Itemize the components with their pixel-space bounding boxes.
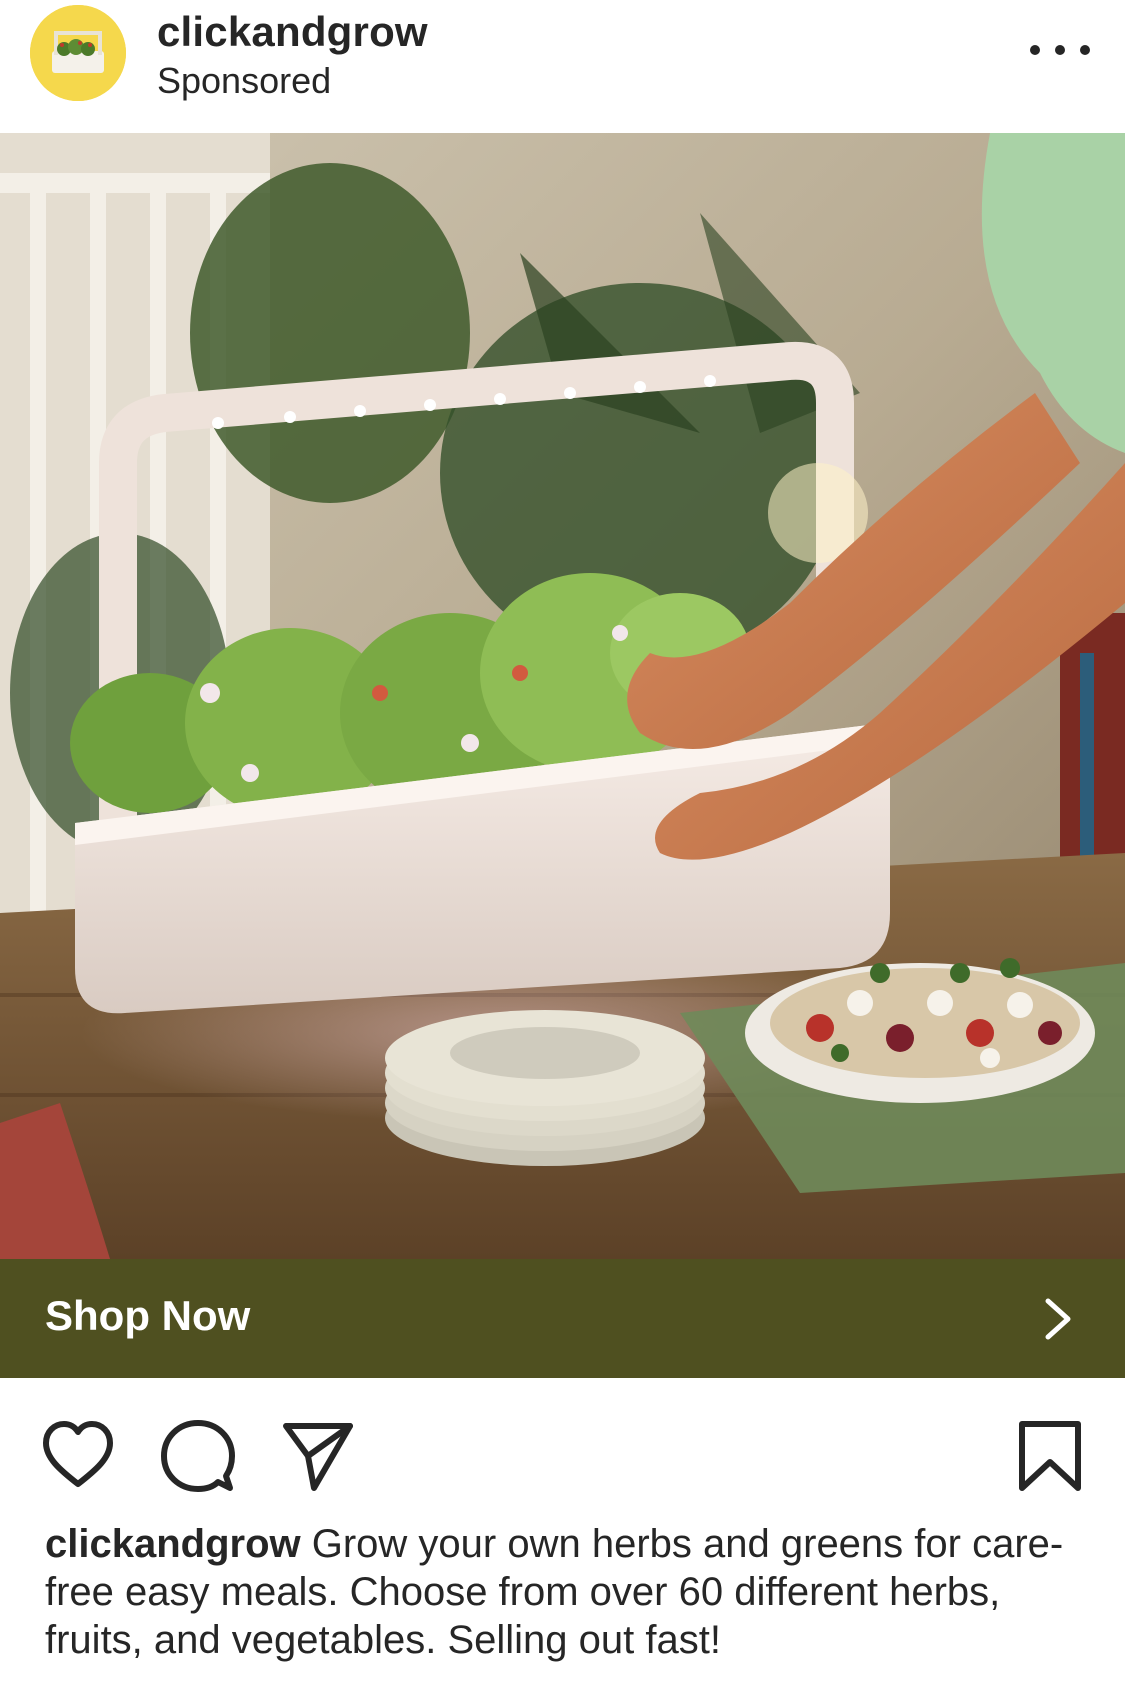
sponsored-label: Sponsored <box>157 60 332 101</box>
post-actions <box>0 1378 1125 1528</box>
shop-now-button[interactable]: Shop Now <box>0 1259 1125 1378</box>
post-image[interactable] <box>0 133 1125 1259</box>
bookmark-icon[interactable] <box>1012 1418 1088 1494</box>
heart-icon[interactable] <box>40 1418 116 1494</box>
post-caption: clickandgrow Grow your own herbs and gre… <box>45 1520 1085 1664</box>
product-photo-illustration <box>0 133 1125 1259</box>
avatar[interactable] <box>30 5 126 101</box>
comment-icon[interactable] <box>160 1418 236 1494</box>
shop-now-label: Shop Now <box>45 1292 251 1339</box>
more-dot <box>1030 45 1040 55</box>
send-icon[interactable] <box>280 1418 356 1494</box>
more-options-icon[interactable] <box>1030 28 1090 72</box>
avatar-logo-image <box>30 5 126 101</box>
caption-username[interactable]: clickandgrow <box>45 1522 301 1566</box>
chevron-right-icon <box>1040 1295 1076 1343</box>
more-dot <box>1055 45 1065 55</box>
more-dot <box>1080 45 1090 55</box>
post-header: clickandgrow Sponsored <box>0 0 1125 133</box>
post-username[interactable]: clickandgrow <box>157 8 428 56</box>
